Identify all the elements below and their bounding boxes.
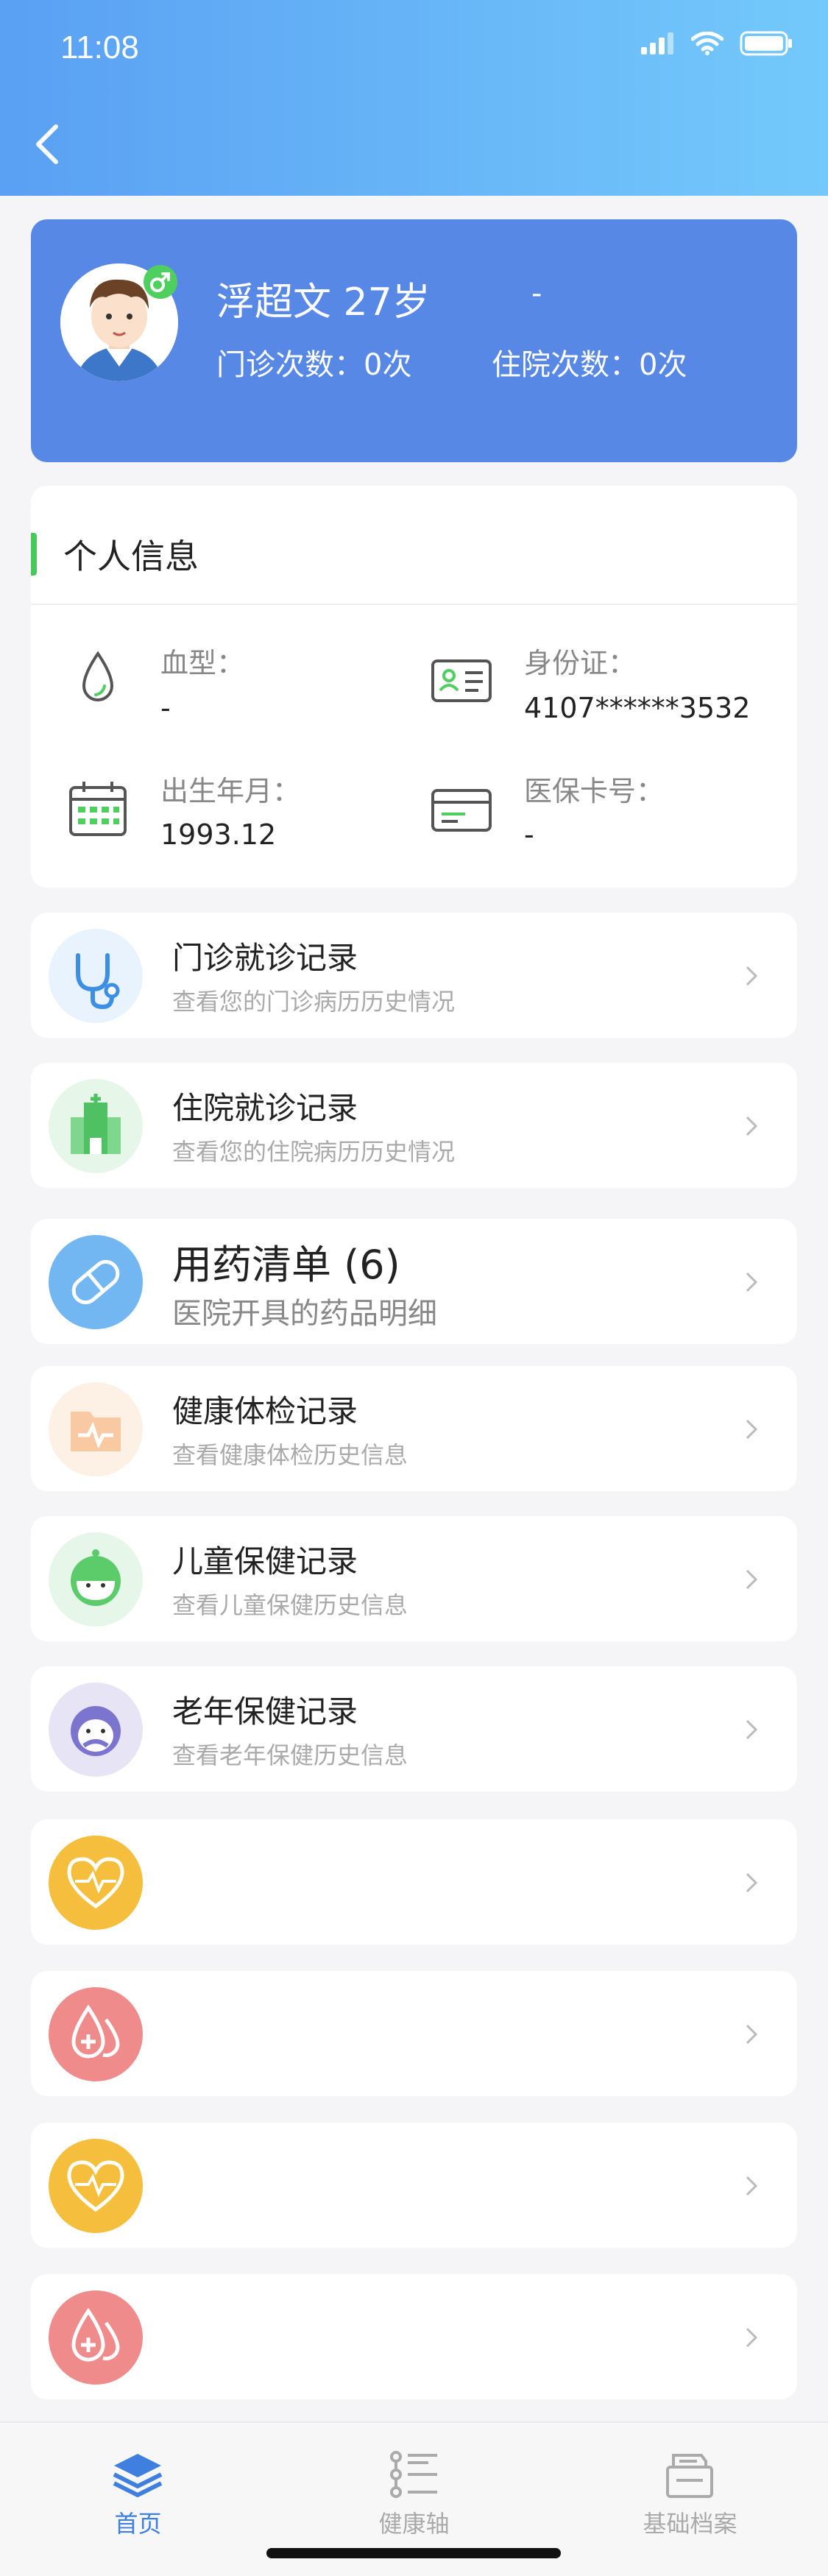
health-item-4[interactable] xyxy=(31,2274,797,2399)
health-item-2[interactable] xyxy=(31,1971,797,2096)
chevron-right-icon xyxy=(746,1116,758,1136)
menu-subtitle: 医院开具的药品明细 xyxy=(172,1297,437,1331)
child-care-item[interactable]: 儿童保健记录 查看儿童保健历史信息 xyxy=(31,1516,797,1641)
elder-care-item[interactable]: 老年保健记录 查看老年保健历史信息 xyxy=(31,1666,797,1791)
menu-title: 健康体检记录 xyxy=(172,1393,358,1429)
hospital-icon xyxy=(49,1079,143,1173)
chevron-right-icon xyxy=(746,1419,758,1440)
tab-home[interactable]: 首页 xyxy=(0,2423,276,2576)
chevron-right-icon xyxy=(746,2024,758,2045)
birth-value: 1993.12 xyxy=(160,818,277,851)
chevron-right-icon xyxy=(746,1272,758,1292)
id-card-label: 身份证： xyxy=(524,647,637,679)
insurance-card-icon xyxy=(431,789,492,832)
menu-title: 老年保健记录 xyxy=(172,1694,358,1730)
home-indicator xyxy=(266,2548,561,2558)
blood-drop-icon xyxy=(49,2290,143,2385)
wifi-icon xyxy=(691,32,723,55)
outpatient-count: 门诊次数：0次 xyxy=(216,348,412,382)
layers-icon xyxy=(113,2454,163,2497)
menu-title: 用药清单 (6) xyxy=(172,1242,400,1288)
id-card-value: 4107******3532 xyxy=(524,692,751,724)
battery-icon xyxy=(740,31,792,56)
menu-title: 儿童保健记录 xyxy=(172,1543,358,1579)
timeline-icon xyxy=(390,2451,437,2498)
birth-label: 出生年月： xyxy=(160,775,301,807)
health-checkup-item[interactable]: 健康体检记录 查看健康体检历史信息 xyxy=(31,1366,797,1491)
child-icon xyxy=(49,1532,143,1627)
inpatient-records-item[interactable]: 住院就诊记录 查看您的住院病历历史情况 xyxy=(31,1063,797,1188)
menu-subtitle: 查看您的门诊病历历史情况 xyxy=(172,988,456,1016)
chevron-right-icon xyxy=(746,2176,758,2196)
status-icons xyxy=(641,31,793,56)
blood-type-label: 血型： xyxy=(160,647,245,679)
insurance-value: - xyxy=(524,818,534,851)
id-card-icon xyxy=(431,659,492,702)
status-time: 11:08 xyxy=(60,29,139,66)
menu-subtitle: 查看儿童保健历史信息 xyxy=(172,1591,408,1619)
stethoscope-icon xyxy=(49,929,143,1023)
health-folder-icon xyxy=(49,1382,143,1476)
blood-type-icon xyxy=(82,651,114,701)
archive-icon xyxy=(666,2454,713,2498)
medication-list-item[interactable]: 用药清单 (6) 医院开具的药品明细 xyxy=(31,1219,797,1344)
tab-home-label: 首页 xyxy=(114,2510,162,2538)
menu-title: 门诊就诊记录 xyxy=(172,940,358,976)
chevron-right-icon xyxy=(746,1872,758,1893)
tab-records[interactable]: 基础档案 xyxy=(552,2423,828,2576)
menu-subtitle: 查看健康体检历史信息 xyxy=(172,1441,408,1469)
menu-title: 住院就诊记录 xyxy=(172,1090,358,1126)
tab-timeline-label: 健康轴 xyxy=(378,2510,450,2538)
section-accent-bar xyxy=(31,533,37,576)
inpatient-count: 住院次数：0次 xyxy=(492,348,687,382)
signal-icon xyxy=(641,32,673,54)
personal-info-card: 个人信息 血型： - 身份证： 4107******3532 出生年月： 199… xyxy=(31,486,797,888)
chevron-right-icon xyxy=(746,1719,758,1740)
chevron-right-icon xyxy=(746,2327,758,2348)
heart-pulse-icon xyxy=(49,2139,143,2233)
outpatient-records-item[interactable]: 门诊就诊记录 查看您的门诊病历历史情况 xyxy=(31,913,797,1038)
personal-info-title: 个人信息 xyxy=(63,537,199,576)
chevron-right-icon xyxy=(746,1569,758,1590)
divider xyxy=(31,604,797,605)
heart-pulse-icon xyxy=(49,1836,143,1930)
menu-subtitle: 查看老年保健历史信息 xyxy=(172,1741,408,1769)
profile-extra: - xyxy=(531,277,542,311)
calendar-icon xyxy=(69,782,127,836)
blood-drop-icon xyxy=(49,1987,143,2081)
back-button[interactable] xyxy=(26,118,68,171)
male-gender-icon xyxy=(144,265,177,299)
tab-records-label: 基础档案 xyxy=(643,2510,737,2538)
health-item-1[interactable] xyxy=(31,1819,797,1945)
profile-name-age: 浮超文 27岁 xyxy=(216,280,431,325)
chevron-right-icon xyxy=(746,966,758,986)
menu-subtitle: 查看您的住院病历历史情况 xyxy=(172,1138,456,1166)
blood-type-value: - xyxy=(160,692,171,724)
pill-icon xyxy=(49,1235,143,1329)
insurance-label: 医保卡号： xyxy=(524,775,665,807)
health-item-3[interactable] xyxy=(31,2123,797,2248)
elder-icon xyxy=(49,1682,143,1777)
profile-card: 浮超文 27岁 - 门诊次数：0次 住院次数：0次 xyxy=(31,219,797,462)
header: 11:08 xyxy=(0,0,828,196)
